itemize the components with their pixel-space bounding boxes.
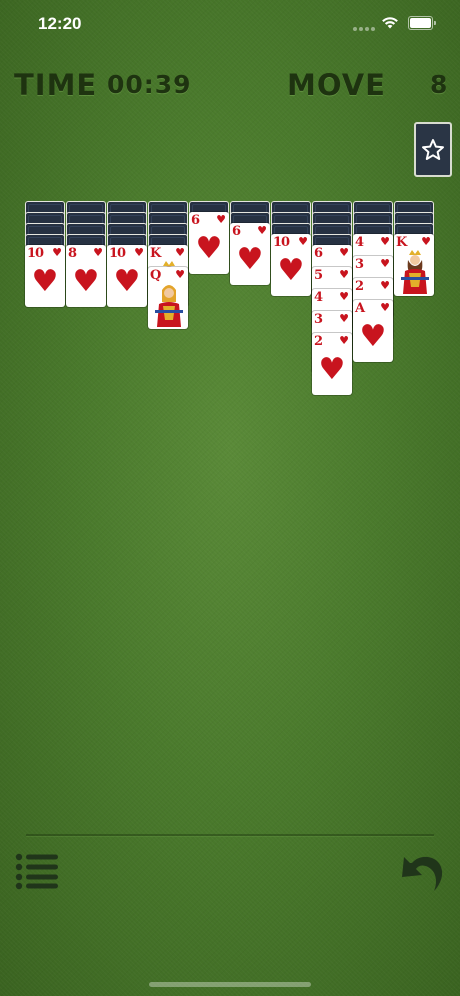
home-indicator: [149, 982, 311, 987]
card-rank: 4: [314, 290, 323, 305]
heart-icon: ♥: [93, 246, 103, 259]
heart-icon: ♥: [380, 257, 390, 270]
card-rank: 6: [191, 213, 200, 228]
card[interactable]: 8 ♥ ♥: [66, 245, 106, 307]
card-rank: 10: [27, 246, 44, 261]
heart-icon: ♥: [380, 235, 390, 248]
card[interactable]: 6 ♥ ♥: [230, 223, 270, 285]
card-rank: 10: [273, 235, 290, 250]
heart-icon: ♥: [339, 334, 349, 347]
heart-icon: ♥: [195, 231, 223, 266]
heart-icon: ♥: [216, 213, 226, 226]
heart-icon: ♥: [318, 352, 346, 387]
divider: [26, 834, 434, 836]
card[interactable]: 10 ♥ ♥: [25, 245, 65, 307]
heart-icon: ♥: [339, 290, 349, 303]
heart-icon: ♥: [298, 235, 308, 248]
heart-icon: ♥: [31, 264, 59, 299]
card[interactable]: A ♥ ♥: [353, 300, 393, 362]
card-rank: 6: [314, 246, 323, 261]
heart-icon: ♥: [236, 242, 264, 277]
card-rank: 10: [109, 246, 126, 261]
card-rank: 3: [355, 257, 364, 272]
heart-icon: ♥: [52, 246, 62, 259]
card-rank: 3: [314, 312, 323, 327]
card[interactable]: Q ♥: [148, 267, 188, 329]
heart-icon: ♥: [277, 253, 305, 288]
list-menu-icon: [15, 853, 58, 890]
card[interactable]: 2 ♥ ♥: [312, 333, 352, 395]
undo-arrow-icon: [402, 856, 443, 891]
face-art: [155, 285, 183, 327]
card-rank: A: [355, 301, 365, 316]
heart-icon: ♥: [359, 319, 387, 354]
heart-icon: ♥: [113, 264, 141, 299]
card[interactable]: 10 ♥ ♥: [271, 234, 311, 296]
card-rank: 8: [68, 246, 77, 261]
card-rank: 5: [314, 268, 323, 283]
tableau: 10♥♥8♥♥10♥♥K♥Q♥6♥♥6♥♥10♥♥6♥♥5♥♥4♥♥3♥♥2♥♥…: [0, 0, 460, 400]
heart-icon: ♥: [380, 279, 390, 292]
heart-icon: ♥: [380, 301, 390, 314]
face-art: [401, 250, 429, 294]
card-rank: 4: [355, 235, 364, 250]
card-rank: 2: [314, 334, 323, 349]
menu-button[interactable]: [14, 851, 60, 891]
card-rank: 2: [355, 279, 364, 294]
heart-icon: ♥: [339, 312, 349, 325]
heart-icon: ♥: [421, 235, 431, 248]
heart-icon: ♥: [339, 246, 349, 259]
undo-button[interactable]: [398, 845, 448, 893]
heart-icon: ♥: [339, 268, 349, 281]
heart-icon: ♥: [134, 246, 144, 259]
heart-icon: ♥: [175, 246, 185, 259]
heart-icon: ♥: [257, 224, 267, 237]
heart-icon: ♥: [175, 268, 185, 281]
card[interactable]: K ♥: [394, 234, 434, 296]
card[interactable]: 10 ♥ ♥: [107, 245, 147, 307]
card-rank: 6: [232, 224, 241, 239]
heart-icon: ♥: [72, 264, 100, 299]
card[interactable]: 6 ♥ ♥: [189, 212, 229, 274]
